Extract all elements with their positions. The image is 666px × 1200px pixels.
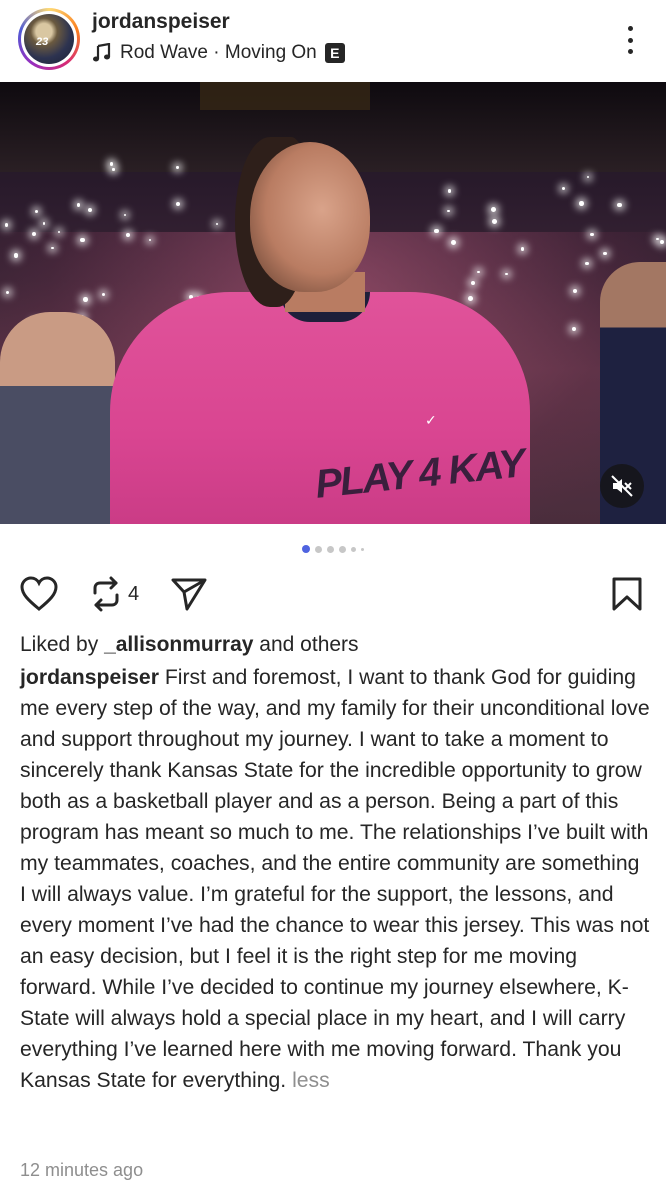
- phone-light: [5, 290, 9, 294]
- carousel-dot: [351, 546, 356, 552]
- avatar-inner: 23: [21, 11, 77, 67]
- share-icon: [171, 578, 207, 611]
- more-dot: [627, 26, 633, 31]
- carousel-dot: [361, 547, 364, 551]
- avatar-jersey-number: 23: [36, 36, 49, 48]
- likes-suffix: and others: [253, 633, 359, 656]
- post-photo[interactable]: ✓ PLAY 4 KAY: [0, 82, 666, 524]
- heart-icon: [20, 576, 58, 611]
- caption-username[interactable]: jordanspeiser: [20, 666, 159, 689]
- likes-prefix: Liked by: [20, 633, 105, 656]
- carousel-dot: [339, 545, 346, 553]
- phone-light: [34, 209, 39, 213]
- music-note-icon: [93, 43, 111, 62]
- carousel-dot: [327, 545, 334, 553]
- avatar-image: 23: [24, 14, 74, 64]
- phone-light: [87, 207, 93, 213]
- phone-light: [76, 203, 81, 207]
- phone-light: [573, 289, 577, 293]
- more-dot: [627, 49, 633, 54]
- repost-count: 4: [128, 582, 140, 605]
- person-left: [0, 312, 115, 524]
- more-options-icon[interactable]: [616, 22, 644, 58]
- phone-light: [579, 201, 584, 206]
- phone-light: [586, 176, 589, 179]
- post-caption: jordanspeiser First and foremost, I want…: [20, 662, 650, 1096]
- music-info[interactable]: Rod Wave · Moving On E: [92, 42, 345, 64]
- username[interactable]: jordanspeiser: [92, 10, 230, 34]
- less-button[interactable]: less: [292, 1069, 330, 1092]
- phone-light: [590, 232, 594, 237]
- repost-icon: [93, 576, 119, 612]
- song-title: Rod Wave · Moving On: [120, 42, 317, 63]
- speaker-muted-icon: [611, 475, 633, 497]
- phone-light: [42, 222, 46, 226]
- liked-by-user[interactable]: _allisonmurray: [104, 633, 253, 656]
- action-bar: 4: [0, 574, 666, 618]
- save-button[interactable]: [610, 574, 644, 614]
- player-figure: ✓ PLAY 4 KAY: [110, 137, 530, 524]
- likes-summary[interactable]: Liked by _allisonmurray and others: [20, 630, 650, 660]
- avatar[interactable]: 23: [18, 8, 80, 70]
- explicit-badge: E: [324, 43, 345, 63]
- share-button[interactable]: [170, 574, 208, 614]
- phone-light: [31, 232, 36, 237]
- phone-light: [603, 251, 607, 256]
- phone-light: [83, 296, 88, 302]
- carousel-dot-active: [302, 545, 310, 553]
- phone-light: [616, 202, 622, 208]
- caption-area: Liked by _allisonmurray and others jorda…: [20, 630, 650, 1096]
- like-button[interactable]: [20, 574, 58, 614]
- post-timestamp: 12 minutes ago: [20, 1160, 144, 1180]
- phone-light: [4, 223, 9, 227]
- bookmark-icon: [612, 577, 642, 611]
- arena-scoreboard: [200, 82, 370, 110]
- nike-logo: ✓: [425, 412, 437, 428]
- more-dot: [627, 37, 633, 43]
- caption-text: First and foremost, I want to thank God …: [20, 666, 650, 1092]
- phone-light: [561, 186, 566, 191]
- player-head: [250, 142, 370, 292]
- carousel-dot: [315, 545, 322, 553]
- carousel-indicator: [0, 543, 666, 555]
- mute-icon[interactable]: [600, 464, 644, 508]
- repost-button[interactable]: 4: [90, 574, 139, 614]
- post-header: 23 jordanspeiser Rod Wave · Moving On E: [0, 0, 666, 82]
- phone-light: [57, 230, 60, 233]
